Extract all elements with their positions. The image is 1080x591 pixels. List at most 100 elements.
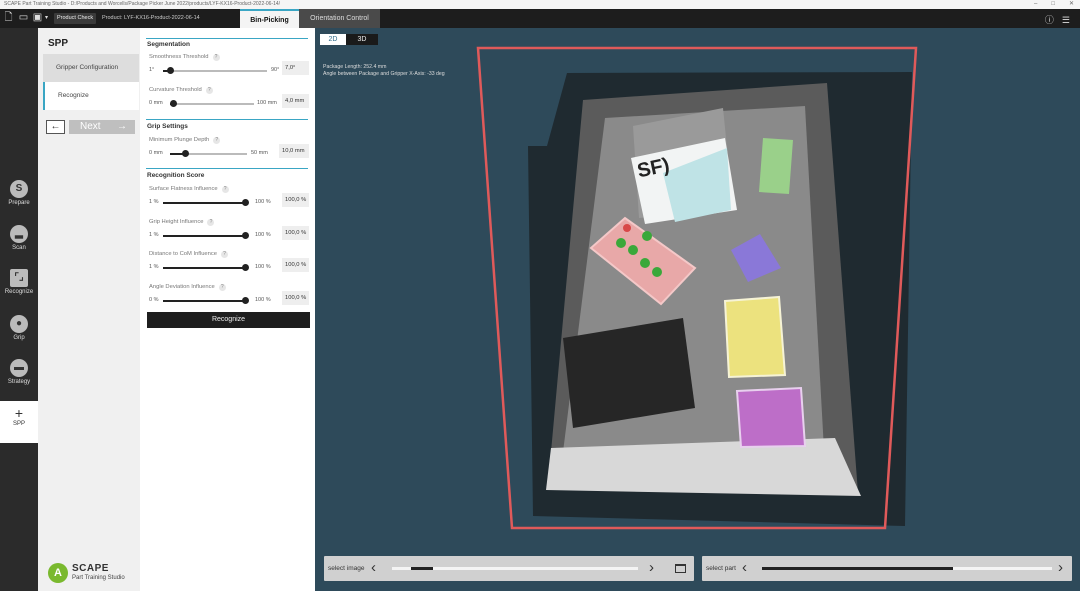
window-controls: – □ ✕: [1020, 0, 1074, 9]
plus-icon: +: [14, 405, 24, 421]
package-length: Package Length: 252.4 mm: [323, 64, 387, 70]
slider-knob[interactable]: [166, 67, 174, 74]
package-angle: Angle between Package and Gripper X-Axis…: [323, 71, 445, 77]
surface-flatness-field: Surface Flatness Influence? 1 % 100 % 10…: [149, 186, 309, 210]
plunge-depth-field: Minimum Plunge Depth? 0 mm 50 mm 10,0 mm: [149, 137, 309, 161]
curvature-value-input[interactable]: 4,0 mm: [282, 94, 309, 108]
logo-name: SCAPE: [72, 563, 109, 574]
close-icon[interactable]: ✕: [1069, 1, 1074, 7]
chevron-right-icon[interactable]: ›: [649, 557, 654, 579]
surface-flatness-slider[interactable]: [163, 199, 249, 206]
slider-min: 1 %: [149, 232, 159, 238]
back-button[interactable]: ←: [46, 120, 65, 134]
tab-3d[interactable]: 3D: [346, 34, 378, 45]
nav-strategy[interactable]: ▬ Strategy: [0, 359, 38, 399]
recognize-step-button[interactable]: Recognize: [43, 82, 139, 110]
distance-com-value-input[interactable]: 100,0 %: [282, 258, 309, 272]
camera-viewport[interactable]: SF) 2D 3D Package Length: 252.4 mm Angle…: [315, 28, 1080, 591]
maximize-icon[interactable]: □: [1051, 1, 1055, 7]
window-title-bar: SCAPE Part Training Studio - D:/Products…: [0, 0, 1080, 9]
nav-label: SPP: [12, 421, 25, 427]
new-file-icon[interactable]: 🗋: [3, 12, 14, 24]
slider-knob[interactable]: [169, 100, 177, 107]
spp-title: SPP: [48, 38, 69, 49]
help-icon[interactable]: ?: [221, 186, 229, 193]
help-icon[interactable]: ?: [205, 87, 213, 94]
slider-knob[interactable]: [241, 264, 249, 271]
next-button[interactable]: Next →: [69, 120, 135, 134]
tab-orientation-control[interactable]: Orientation Control: [299, 9, 380, 28]
help-icon[interactable]: ?: [221, 251, 228, 258]
curvature-slider[interactable]: [169, 100, 254, 107]
smoothness-value-input[interactable]: 7,0°: [282, 61, 309, 75]
logo-subtitle: Part Training Studio: [72, 575, 125, 581]
info-icon[interactable]: ⓘ: [1045, 15, 1054, 25]
settings-panel: Segmentation Smoothness Threshold? 1° 90…: [140, 28, 315, 591]
chevron-left-icon[interactable]: ‹: [742, 557, 747, 579]
nav-scan[interactable]: ▂ Scan: [0, 225, 38, 265]
field-label: Minimum Plunge Depth: [149, 137, 210, 143]
grip-height-slider[interactable]: [163, 232, 249, 239]
field-label: Smoothness Threshold: [149, 54, 209, 60]
image-slider[interactable]: [392, 567, 638, 570]
spp-panel: SPP Gripper Configuration Recognize ← Ne…: [38, 28, 140, 591]
top-toolbar: 🗋 ▭ ▣ ▾ Product Check Product: LYF-KX16-…: [0, 9, 1080, 28]
curvature-threshold-field: Curvature Threshold? 0 mm 100 mm 4,0 mm: [149, 87, 309, 111]
open-folder-icon[interactable]: ▭: [18, 12, 29, 24]
strategy-icon: ▬: [10, 359, 28, 377]
help-icon[interactable]: ?: [213, 137, 221, 144]
dropdown-chevron-icon[interactable]: ▾: [41, 12, 52, 24]
grip-height-field: Grip Height Influence? 1 % 100 % 100,0 %: [149, 219, 309, 243]
arrow-right-icon: →: [117, 121, 127, 132]
help-icon[interactable]: ?: [218, 284, 226, 291]
help-icon[interactable]: ?: [212, 54, 220, 61]
slider-knob[interactable]: [241, 297, 249, 304]
tab-2d[interactable]: 2D: [320, 34, 346, 45]
angle-deviation-slider[interactable]: [163, 297, 249, 304]
slider-knob[interactable]: [181, 150, 189, 157]
tab-bin-picking[interactable]: Bin-Picking: [240, 9, 299, 28]
grip-height-value-input[interactable]: 100,0 %: [282, 226, 309, 240]
menu-icon[interactable]: ☰: [1062, 15, 1070, 25]
slider-min: 1 %: [149, 264, 159, 270]
grip-point-rejected: [623, 224, 631, 232]
nav-recognize[interactable]: ⌜⌟ Recognize: [0, 269, 38, 309]
smoothness-slider[interactable]: [163, 67, 267, 74]
product-check-button[interactable]: Product Check: [54, 13, 97, 24]
gripper-configuration-button[interactable]: Gripper Configuration: [43, 54, 139, 82]
product-path: Product: LYF-KX16-Product-2022-06-14: [102, 15, 200, 21]
nav-grip[interactable]: ● Grip: [0, 315, 38, 355]
package-info: Package Length: 252.4 mm Angle between P…: [323, 64, 445, 78]
package-green: [759, 138, 793, 194]
slider-min: 0 mm: [149, 150, 163, 156]
scene-image: SF): [476, 46, 918, 530]
left-navigation: S Prepare ▂ Scan ⌜⌟ Recognize ● Grip ▬ S…: [0, 28, 38, 591]
part-slider[interactable]: [762, 567, 1052, 570]
slider-min: 0 mm: [149, 100, 163, 106]
plunge-depth-slider[interactable]: [170, 150, 247, 157]
slider-knob[interactable]: [241, 199, 249, 206]
slider-max: 50 mm: [251, 150, 268, 156]
slider-max: 100 %: [255, 199, 271, 205]
slider-knob[interactable]: [241, 232, 249, 239]
nav-label: Strategy: [7, 379, 31, 385]
nav-prepare[interactable]: S Prepare: [0, 180, 38, 220]
minimize-icon[interactable]: –: [1034, 1, 1037, 7]
package-magenta: [735, 386, 807, 449]
select-image-bar: select image ‹ ›: [324, 556, 694, 581]
folder-icon[interactable]: [675, 564, 686, 573]
nav-label: Grip: [13, 335, 25, 341]
recognize-button[interactable]: Recognize: [147, 312, 310, 328]
nav-spp[interactable]: + SPP: [0, 401, 38, 443]
angle-deviation-field: Angle Deviation Influence? 0 % 100 % 100…: [149, 284, 309, 308]
image-slider-thumb[interactable]: [410, 567, 433, 570]
grip-icon: ●: [10, 315, 28, 333]
chevron-left-icon[interactable]: ‹: [371, 557, 376, 579]
help-icon[interactable]: ?: [207, 219, 215, 226]
plunge-depth-value-input[interactable]: 10,0 mm: [279, 144, 309, 158]
nav-label: Prepare: [8, 200, 30, 206]
surface-flatness-value-input[interactable]: 100,0 %: [282, 193, 309, 207]
distance-com-slider[interactable]: [163, 264, 249, 271]
angle-deviation-value-input[interactable]: 100,0 %: [282, 291, 309, 305]
chevron-right-icon[interactable]: ›: [1058, 557, 1063, 579]
